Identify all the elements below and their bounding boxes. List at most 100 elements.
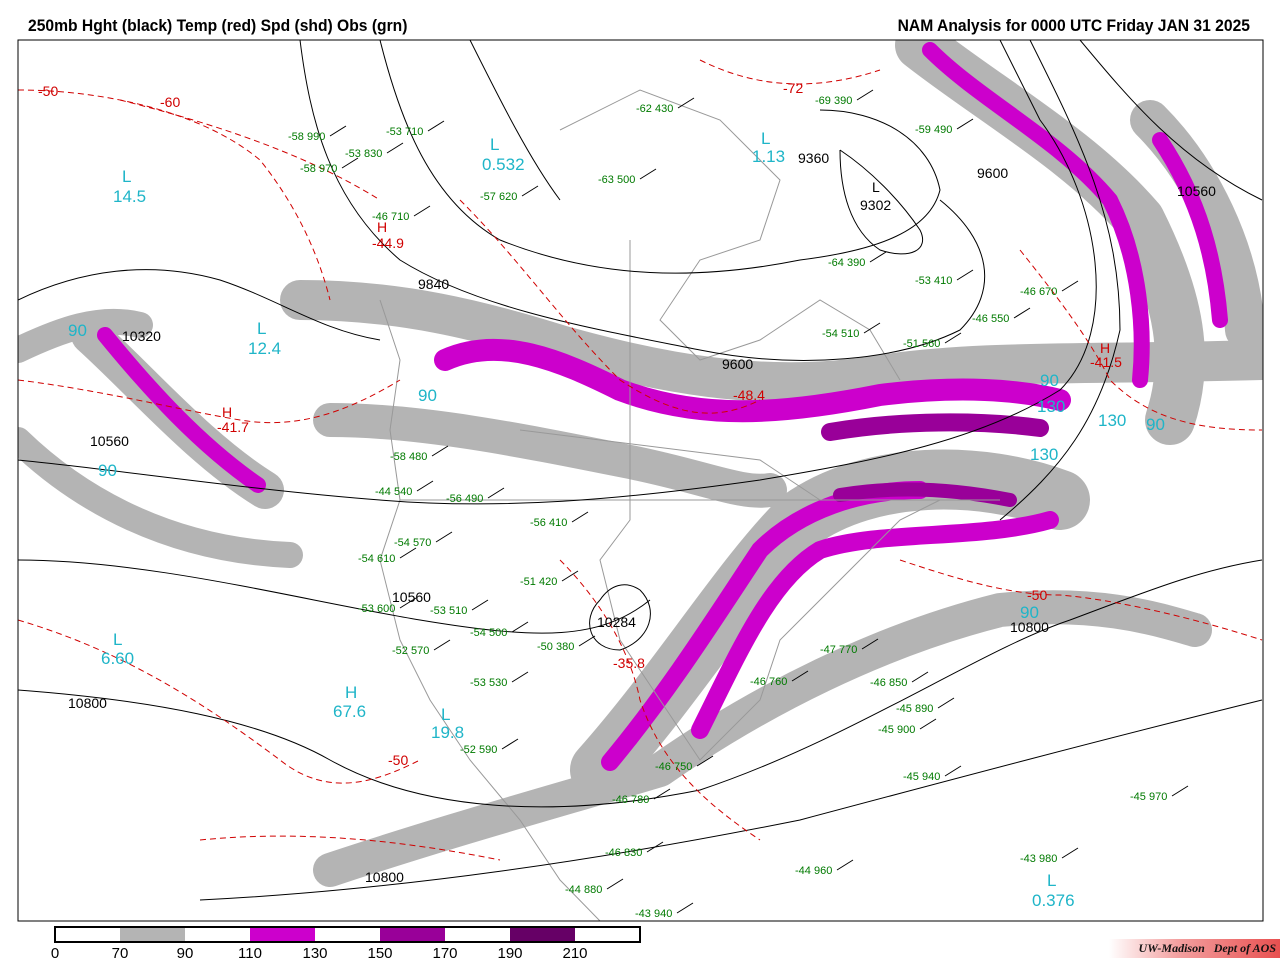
center-letter: L [1047, 871, 1056, 890]
wind-barb [511, 621, 529, 633]
center-letter: L [257, 319, 266, 338]
height-label: 9600 [722, 356, 753, 372]
height-label: 9302 [860, 197, 891, 213]
colorbar-swatch [120, 927, 185, 942]
station-obs: -56 490 [446, 493, 483, 505]
colorbar-tick-label: 210 [562, 945, 587, 960]
colorbar-swatch [575, 927, 640, 942]
speed-label: 90 [1020, 603, 1039, 622]
temp-label: -41.7 [217, 419, 249, 435]
station-obs: -59 490 [915, 124, 952, 136]
temp-label: -41.5 [1090, 354, 1122, 370]
colorbar-tick-label: 170 [432, 945, 457, 960]
station-obs: -54 570 [394, 537, 431, 549]
colorbar-swatch [510, 927, 575, 942]
station-obs: -44 960 [795, 865, 832, 877]
height-label: 9360 [798, 150, 829, 166]
temp-label: -44.9 [372, 235, 404, 251]
station-obs: -43 980 [1020, 853, 1057, 865]
temp-label: -35.8 [613, 655, 645, 671]
station-obs: -46 710 [372, 211, 409, 223]
wind-barb [606, 878, 624, 890]
temp-label: -50 [38, 83, 58, 99]
speed-label: 90 [1040, 371, 1059, 390]
colorbar-tick-label: 70 [112, 945, 129, 960]
height-label: 10800 [68, 695, 107, 711]
wind-barb [511, 671, 529, 683]
station-obs: -63 500 [598, 174, 635, 186]
colorbar-tick-label: 110 [238, 945, 262, 960]
wind-barb [911, 671, 929, 683]
wind-barb [435, 531, 453, 543]
wind-barb [856, 89, 874, 101]
center-value: 67.6 [333, 702, 366, 721]
colorbar-tick-label: 130 [302, 945, 327, 960]
height-label: 10560 [392, 589, 431, 605]
wind-barb [676, 902, 694, 914]
station-obs: -58 970 [300, 163, 337, 175]
wind-barb [1061, 847, 1079, 859]
wind-barb [944, 765, 962, 777]
temp-label: -48.4 [733, 387, 765, 403]
station-obs: -46 760 [750, 676, 787, 688]
colorbar-swatch [55, 927, 120, 942]
station-obs: -47 770 [820, 644, 857, 656]
center-letter: L [490, 135, 499, 154]
wind-barb [399, 547, 417, 559]
station-obs: -46 830 [605, 847, 642, 859]
height-label: 10560 [90, 433, 129, 449]
station-obs: -45 970 [1130, 791, 1167, 803]
station-obs: -53 530 [470, 677, 507, 689]
colorbar-swatch [380, 927, 445, 942]
station-obs: -53 510 [430, 605, 467, 617]
wind-barb [413, 205, 431, 217]
center-letter: L [761, 129, 770, 148]
station-obs: -53 410 [915, 275, 952, 287]
station-obs: -58 990 [288, 131, 325, 143]
wind-barb [433, 639, 451, 651]
wind-barb [944, 332, 962, 344]
station-obs: -52 570 [392, 645, 429, 657]
center-value: 1.13 [752, 147, 785, 166]
speed-colorbar: 0 70 90 110 130 150 170 190 210 [51, 926, 641, 960]
station-obs: -58 480 [390, 451, 427, 463]
wind-barb [416, 480, 434, 492]
wind-barb [427, 120, 445, 132]
station-obs: -53 600 [358, 603, 395, 615]
wind-barb [646, 841, 664, 853]
station-obs: -43 940 [635, 908, 672, 920]
station-obs: -44 540 [375, 486, 412, 498]
colorbar-swatch [315, 927, 380, 942]
wind-barb [1061, 280, 1079, 292]
station-obs: -46 780 [612, 794, 649, 806]
colorbar-tick-label: 90 [177, 945, 194, 960]
wind-barb [937, 697, 955, 709]
temp-label: -60 [160, 94, 180, 110]
station-obs: -69 390 [815, 95, 852, 107]
station-obs: -46 550 [972, 313, 1009, 325]
wind-barb [1013, 307, 1031, 319]
height-label: 10800 [365, 869, 404, 885]
height-label: 10560 [1177, 183, 1216, 199]
wind-barb [501, 738, 519, 750]
height-label: 10284 [597, 614, 636, 630]
colorbar-swatch [185, 927, 250, 942]
wind-barb [571, 511, 589, 523]
wind-barb [471, 599, 489, 611]
station-obs: -54 610 [358, 553, 395, 565]
temp-label: -50 [1027, 587, 1047, 603]
station-obs: -52 590 [460, 744, 497, 756]
height-label: 10320 [122, 328, 161, 344]
station-obs: -62 430 [636, 103, 673, 115]
station-obs: -57 620 [480, 191, 517, 203]
speed-label: 90 [68, 321, 87, 340]
wind-barb [956, 269, 974, 281]
station-obs: -45 940 [903, 771, 940, 783]
station-obs: -45 890 [896, 703, 933, 715]
station-obs: -51 560 [903, 338, 940, 350]
colorbar-swatch [250, 927, 315, 942]
wind-barb [836, 859, 854, 871]
center-letter: H [345, 683, 357, 702]
station-obs: -45 900 [878, 724, 915, 736]
center-value: 0.532 [482, 155, 525, 174]
